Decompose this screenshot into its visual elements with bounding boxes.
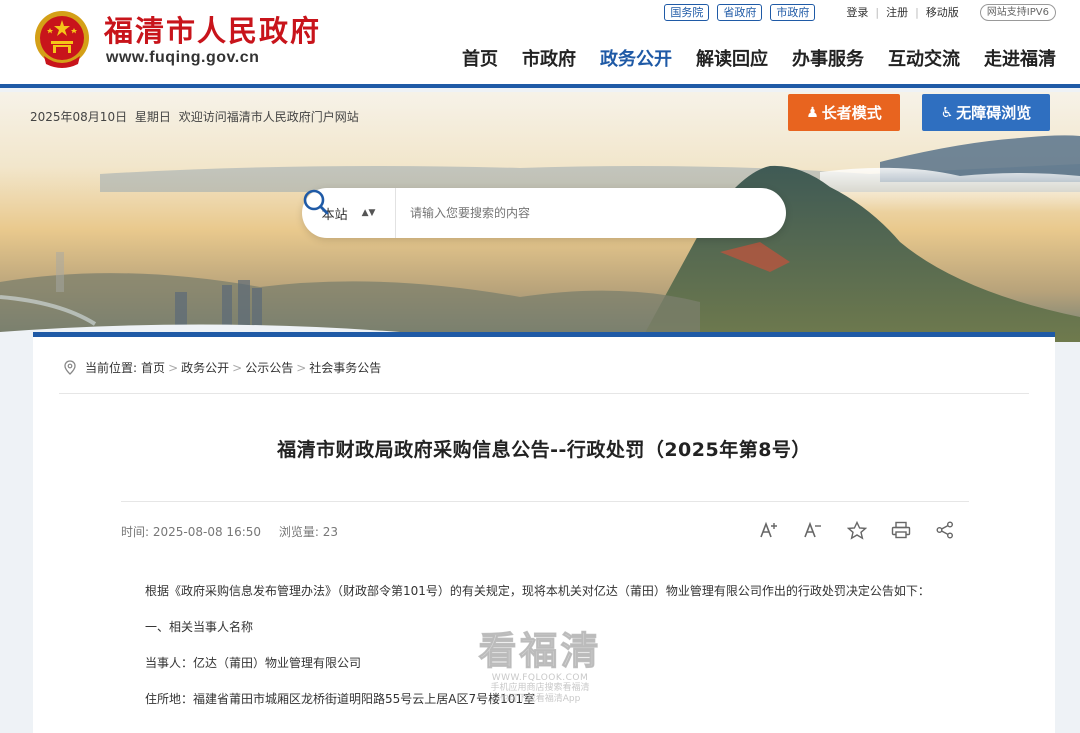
updown-arrow-icon: ▲▼ [361,208,376,218]
article-body: 根据《政府采购信息发布管理办法》（财政部令第101号）的有关规定，现将本机关对亿… [121,579,971,723]
article-paragraph: 一、相关当事人名称 [145,620,254,634]
article-meta: 时间: 2025-08-08 16:50 浏览量: 23 [121,523,352,540]
accessibility-label: 无障碍浏览 [956,104,1032,122]
search-bar: 本站 ▲▼ [302,188,786,238]
font-increase-icon[interactable] [747,518,791,542]
favorite-star-icon[interactable] [835,518,879,542]
link-provincial-gov[interactable]: 省政府 [717,3,763,21]
current-weekday: 星期日 [134,110,171,124]
welcome-text: 欢迎访问福清市人民政府门户网站 [178,110,359,124]
location-icon [64,360,76,375]
views-label: 浏览量: [278,525,319,539]
main-nav: 首页 市政府 政务公开 解读回应 办事服务 互动交流 走进福清 [438,45,1056,71]
nav-gov-affairs[interactable]: 政务公开 [600,45,672,71]
divider [121,501,969,502]
site-url: www.fuqing.gov.cn [106,49,260,66]
elder-icon: ♟ [806,104,819,121]
date-welcome: 2025年08月10日 星期日 欢迎访问福清市人民政府门户网站 [30,108,363,125]
elder-mode-button[interactable]: ♟ 长者模式 [788,94,900,131]
publish-time: 2025-08-08 16:50 [152,525,262,539]
time-label: 时间: [121,525,150,539]
ipv6-badge: 网站支持IPV6 [979,3,1056,21]
login-link[interactable]: 登录 [839,4,875,20]
site-name: 福清市人民政府 [104,14,322,48]
site-header: 福清市人民政府 www.fuqing.gov.cn 国务院 省政府 市政府 登录… [0,0,1080,88]
nav-home[interactable]: 首页 [462,45,498,71]
search-icon[interactable] [303,188,786,238]
article-title: 福清市财政局政府采购信息公告--行政处罚（2025年第8号） [277,439,811,461]
article-paragraph: 住所地：福建省莆田市城厢区龙桥街道明阳路55号云上居A区7号楼101室 [145,692,536,706]
article-tools [747,518,967,542]
mobile-version-link[interactable]: 移动版 [919,4,966,20]
share-icon[interactable] [923,518,967,542]
divider [59,393,1029,394]
search-input[interactable] [396,188,732,238]
breadcrumb-separator: > [232,360,243,375]
top-links: 国务院 省政府 市政府 登录 | 注册 | 移动版 网站支持IPV6 [664,3,1056,21]
nav-interpretation[interactable]: 解读回应 [696,45,768,71]
print-icon[interactable] [879,518,923,542]
breadcrumb-separator: > [168,360,179,375]
nav-city-gov[interactable]: 市政府 [522,45,576,71]
view-count: 23 [322,525,338,539]
accessibility-button[interactable]: ♿ 无障碍浏览 [922,94,1050,131]
breadcrumb: 当前位置: 首页 > 政务公开 > 公示公告 > 社会事务公告 [63,359,383,376]
hero-banner: 2025年08月10日 星期日 欢迎访问福清市人民政府门户网站 ♟ 长者模式 ♿… [0,92,1080,342]
article-paragraph: 当事人：亿达（莆田）物业管理有限公司 [145,656,362,670]
breadcrumb-home[interactable]: 首页 [141,359,165,376]
article-panel: 当前位置: 首页 > 政务公开 > 公示公告 > 社会事务公告 福清市财政局政府… [33,332,1055,733]
breadcrumb-gov-affairs[interactable]: 政务公开 [181,359,229,376]
nav-services[interactable]: 办事服务 [792,45,864,71]
font-decrease-icon[interactable] [791,518,835,542]
nav-about-fuqing[interactable]: 走进福清 [984,45,1056,71]
article-paragraph: 根据《政府采购信息发布管理办法》（财政部令第101号）的有关规定，现将本机关对亿… [145,584,930,598]
breadcrumb-social-affairs[interactable]: 社会事务公告 [309,359,381,376]
register-link[interactable]: 注册 [879,4,915,20]
nav-interaction[interactable]: 互动交流 [888,45,960,71]
wheelchair-icon: ♿ [940,104,954,121]
elder-mode-label: 长者模式 [821,104,882,122]
breadcrumb-separator: > [296,360,307,375]
link-city-gov[interactable]: 市政府 [770,3,816,21]
current-date: 2025年08月10日 [30,110,128,124]
breadcrumb-announcements[interactable]: 公示公告 [245,359,293,376]
national-emblem-icon [35,11,89,68]
breadcrumb-label: 当前位置: [85,361,138,375]
link-state-council[interactable]: 国务院 [664,3,710,21]
